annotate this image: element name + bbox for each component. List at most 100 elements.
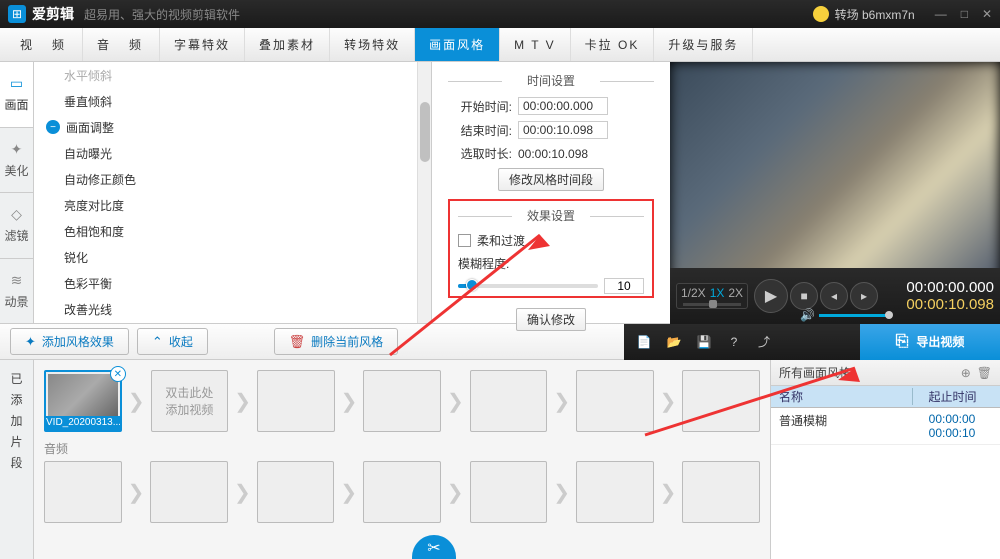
soft-transition-checkbox[interactable] (458, 234, 471, 247)
wave-icon: ≋ (11, 272, 23, 289)
speed-slider[interactable] (683, 303, 741, 306)
style-row[interactable]: 普通模糊 00:00:0000:00:10 (771, 408, 1000, 445)
collapse-button[interactable]: ⌃收起 (137, 328, 208, 355)
add-clip-slot[interactable]: 双击此处添加视频 (151, 370, 229, 432)
arrow-icon: ❯ (234, 389, 251, 414)
cut-button[interactable]: ✂ (412, 535, 456, 559)
empty-audio-slot[interactable] (44, 461, 122, 523)
fx-item[interactable]: 水平倾斜 (34, 62, 431, 88)
stop-button[interactable]: ■ (790, 282, 818, 310)
blur-value-input[interactable]: 10 (604, 278, 644, 294)
main-tabbar: 视 频 音 频 字幕特效 叠加素材 转场特效 画面风格 M T V 卡拉 OK … (0, 28, 1000, 62)
collapse-icon: − (46, 120, 60, 134)
applied-styles-panel: 所有画面风格: ⊕🗑 名称 起止时间 普通模糊 00:00:0000:00:10 (770, 360, 1000, 559)
tab-mtv[interactable]: M T V (500, 28, 571, 61)
arrow-icon: ❯ (341, 389, 358, 414)
fx-item[interactable]: 锐化 (34, 244, 431, 270)
empty-clip-slot[interactable] (682, 370, 760, 432)
empty-clip-slot[interactable] (576, 370, 654, 432)
play-button[interactable]: ▶ (754, 279, 788, 313)
fx-category[interactable]: −画面调整 (34, 114, 431, 140)
add-style-button[interactable]: ✦添加风格效果 (10, 328, 129, 355)
tab-subtitle[interactable]: 字幕特效 (160, 28, 245, 61)
effect-settings-box: 效果设置 柔和过渡 模糊程度: 10 (448, 199, 654, 298)
clip-name: VID_20200313... (46, 416, 120, 430)
sidetab-motion[interactable]: ≋动景 (0, 259, 33, 325)
volume-icon[interactable]: 🔊 (800, 308, 815, 322)
sidetab-beautify[interactable]: ✦美化 (0, 128, 33, 194)
new-icon[interactable]: 📄 (634, 335, 654, 349)
arrow-icon: ❯ (447, 389, 464, 414)
empty-audio-slot[interactable] (363, 461, 441, 523)
speed-selector[interactable]: 1/2X1X2X (676, 283, 748, 309)
save-icon[interactable]: 💾 (694, 335, 714, 349)
toolbar-dark: 📄 📂 💾 ? ⤴ (624, 324, 860, 360)
user-chip[interactable]: 转场 b6mxm7n (813, 6, 915, 23)
add-style-icon[interactable]: ⊕ (961, 366, 971, 380)
col-name: 名称 (779, 388, 912, 405)
scrollbar[interactable] (417, 62, 431, 323)
tab-overlay[interactable]: 叠加素材 (245, 28, 330, 61)
video-clip[interactable]: VID_20200313... ✕ (44, 370, 122, 432)
empty-clip-slot[interactable] (257, 370, 335, 432)
fx-item[interactable]: 高质量去噪点 (34, 322, 431, 324)
minimize-icon[interactable]: — (935, 7, 947, 21)
confirm-button[interactable]: 确认修改 (516, 308, 586, 331)
start-time-input[interactable]: 00:00:00.000 (518, 97, 608, 115)
help-icon[interactable]: ? (724, 335, 744, 349)
modify-time-button[interactable]: 修改风格时间段 (498, 168, 604, 191)
tab-style[interactable]: 画面风格 (415, 28, 500, 61)
volume-slider[interactable] (819, 314, 889, 317)
app-title: 爱剪辑 (32, 4, 74, 24)
styles-panel-title: 所有画面风格: (779, 364, 854, 381)
prev-frame-button[interactable]: ◂ (820, 282, 848, 310)
next-frame-button[interactable]: ▸ (850, 282, 878, 310)
fx-item[interactable]: 色彩平衡 (34, 270, 431, 296)
remove-style-icon[interactable]: 🗑 (977, 366, 992, 380)
fx-item[interactable]: 自动修正颜色 (34, 166, 431, 192)
sidetab-filter[interactable]: ◇滤镜 (0, 193, 33, 259)
share-icon[interactable]: ⤴ (754, 333, 774, 350)
tab-karaoke[interactable]: 卡拉 OK (571, 28, 655, 61)
delete-style-button[interactable]: 🗑删除当前风格 (274, 328, 399, 355)
watermark-url: www.xiazaiba.com (912, 544, 994, 555)
fx-item[interactable]: 自动曝光 (34, 140, 431, 166)
maximize-icon[interactable]: □ (961, 7, 968, 21)
end-time-input[interactable]: 00:00:10.098 (518, 121, 608, 139)
properties-panel: 时间设置 开始时间:00:00:00.000 结束时间:00:00:10.098… (432, 62, 670, 324)
tab-transition[interactable]: 转场特效 (330, 28, 415, 61)
empty-audio-slot[interactable] (257, 461, 335, 523)
user-name: 转场 b6mxm7n (835, 6, 915, 23)
empty-audio-slot[interactable] (576, 461, 654, 523)
scroll-thumb[interactable] (420, 102, 430, 162)
empty-clip-slot[interactable] (470, 370, 548, 432)
avatar-icon (813, 6, 829, 22)
tab-upgrade[interactable]: 升级与服务 (654, 28, 753, 61)
fx-item[interactable]: 亮度对比度 (34, 192, 431, 218)
export-video-button[interactable]: ⎘导出视频 (860, 324, 1000, 360)
fx-item[interactable]: 色相饱和度 (34, 218, 431, 244)
empty-clip-slot[interactable] (363, 370, 441, 432)
effect-list: 水平倾斜 垂直倾斜 −画面调整 自动曝光 自动修正颜色 亮度对比度 色相饱和度 … (34, 62, 432, 324)
fx-item[interactable]: 改善光线 (34, 296, 431, 322)
empty-audio-slot[interactable] (150, 461, 228, 523)
empty-audio-slot[interactable] (470, 461, 548, 523)
fx-item[interactable]: 垂直倾斜 (34, 88, 431, 114)
remove-clip-icon[interactable]: ✕ (110, 366, 126, 382)
wand-icon: ✦ (11, 141, 23, 158)
open-icon[interactable]: 📂 (664, 335, 684, 349)
collapse-up-icon: ⌃ (152, 334, 163, 350)
blur-slider[interactable] (458, 284, 598, 288)
sidetab-frame[interactable]: ▭画面 (0, 62, 33, 128)
arrow-icon: ❯ (660, 389, 677, 414)
tab-video[interactable]: 视 频 (6, 28, 83, 61)
fx-section-title: 效果设置 (458, 207, 644, 224)
app-subtitle: 超易用、强大的视频剪辑软件 (84, 6, 240, 23)
empty-audio-slot[interactable] (682, 461, 760, 523)
audio-row-label: 音频 (44, 440, 760, 457)
slider-thumb[interactable] (466, 279, 478, 291)
close-icon[interactable]: ✕ (982, 7, 992, 21)
arrow-icon: ❯ (128, 389, 145, 414)
tab-audio[interactable]: 音 频 (83, 28, 160, 61)
frame-icon: ▭ (10, 75, 23, 92)
